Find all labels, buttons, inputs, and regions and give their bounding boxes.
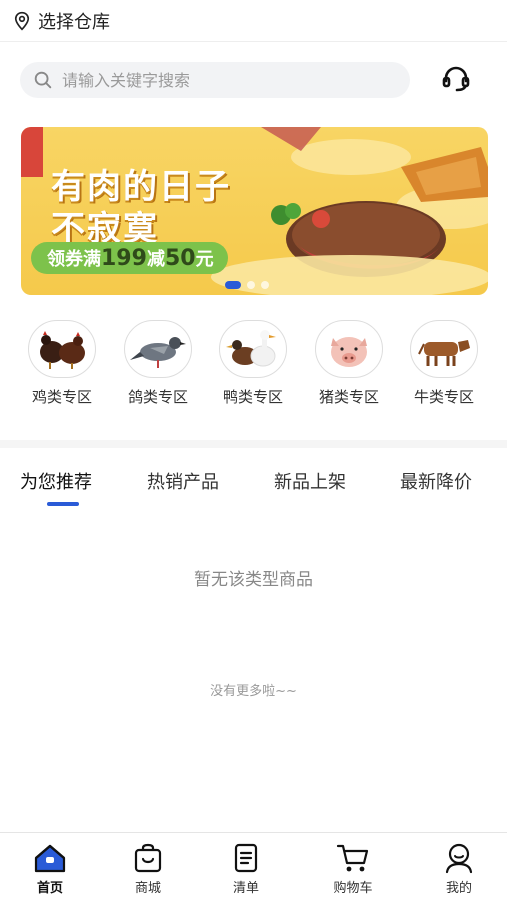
category-chicken[interactable]: 鸡类专区 xyxy=(17,320,107,408)
coupon-middle: 减 xyxy=(146,249,165,270)
search-input[interactable] xyxy=(62,70,382,90)
tabbar-label: 我的 xyxy=(445,881,472,896)
tab-recommend[interactable]: 为您推荐 xyxy=(20,468,92,494)
coupon-badge: 领券满 199 减 50 元 xyxy=(31,242,228,274)
product-tabs: 为您推荐 热销产品 新品上架 最新降价 xyxy=(0,462,507,512)
coupon-amount: 50 xyxy=(164,245,196,271)
category-duck[interactable]: 鸭类专区 xyxy=(208,320,298,408)
category-label: 鸭类专区 xyxy=(223,388,284,406)
tabbar-cart[interactable]: 购物车 xyxy=(313,841,393,896)
chicken-icon xyxy=(28,320,96,378)
section-divider xyxy=(0,440,507,448)
banner-dot[interactable] xyxy=(247,281,255,289)
search-row xyxy=(0,58,507,100)
empty-state-text: 暂无该类型商品 xyxy=(194,570,313,590)
pigeon-icon xyxy=(124,320,192,378)
tabbar-mine[interactable]: 我的 xyxy=(419,841,499,896)
duck-icon xyxy=(219,320,287,378)
tabbar-mall[interactable]: 商城 xyxy=(108,841,188,896)
customer-service-headset-icon[interactable] xyxy=(440,63,472,95)
cow-icon xyxy=(410,320,478,378)
coupon-threshold: 199 xyxy=(101,245,147,271)
banner-pagination xyxy=(225,281,269,289)
pig-icon xyxy=(315,320,383,378)
promo-banner[interactable]: 有肉的日子 不寂寞 领券满 199 减 50 元 xyxy=(21,127,488,295)
coupon-suffix: 元 xyxy=(195,249,214,270)
no-more-text: 没有更多啦~~ xyxy=(210,684,297,699)
category-row: 鸡类专区 鸽类专区 鸭类专区 猪类专区 牛类专区 xyxy=(0,320,507,435)
tab-hot[interactable]: 热销产品 xyxy=(147,468,219,494)
home-icon xyxy=(34,844,66,873)
cart-icon xyxy=(336,844,369,872)
search-icon xyxy=(34,71,52,89)
tabbar-label: 购物车 xyxy=(333,881,373,896)
category-label: 鸽类专区 xyxy=(128,388,189,406)
search-box[interactable] xyxy=(20,62,410,98)
warehouse-title: 选择仓库 xyxy=(38,11,110,33)
category-label: 牛类专区 xyxy=(414,388,475,406)
banner-dot[interactable] xyxy=(261,281,269,289)
category-label: 猪类专区 xyxy=(319,388,380,406)
list-clipboard-icon xyxy=(234,843,258,873)
warehouse-selector[interactable]: 选择仓库 xyxy=(0,0,507,42)
tab-price-drop[interactable]: 最新降价 xyxy=(400,468,472,494)
active-tab-indicator xyxy=(47,502,79,506)
tabbar-label: 清单 xyxy=(232,881,259,896)
category-cow[interactable]: 牛类专区 xyxy=(399,320,489,408)
shopping-bag-icon xyxy=(134,843,162,873)
tabbar-list[interactable]: 清单 xyxy=(206,841,286,896)
category-pigeon[interactable]: 鸽类专区 xyxy=(113,320,203,408)
user-icon xyxy=(445,843,473,874)
coupon-prefix: 领券满 xyxy=(47,249,101,270)
tabbar-home[interactable]: 首页 xyxy=(10,841,90,896)
tabbar-label: 商城 xyxy=(134,881,161,896)
bottom-tabbar: 首页 商城 清单 购物车 我的 xyxy=(0,832,507,900)
tab-new[interactable]: 新品上架 xyxy=(274,468,346,494)
tabbar-label: 首页 xyxy=(36,881,63,896)
category-label: 鸡类专区 xyxy=(32,388,93,406)
category-pig[interactable]: 猪类专区 xyxy=(304,320,394,408)
location-pin-icon xyxy=(14,11,30,31)
banner-dot[interactable] xyxy=(225,281,241,289)
